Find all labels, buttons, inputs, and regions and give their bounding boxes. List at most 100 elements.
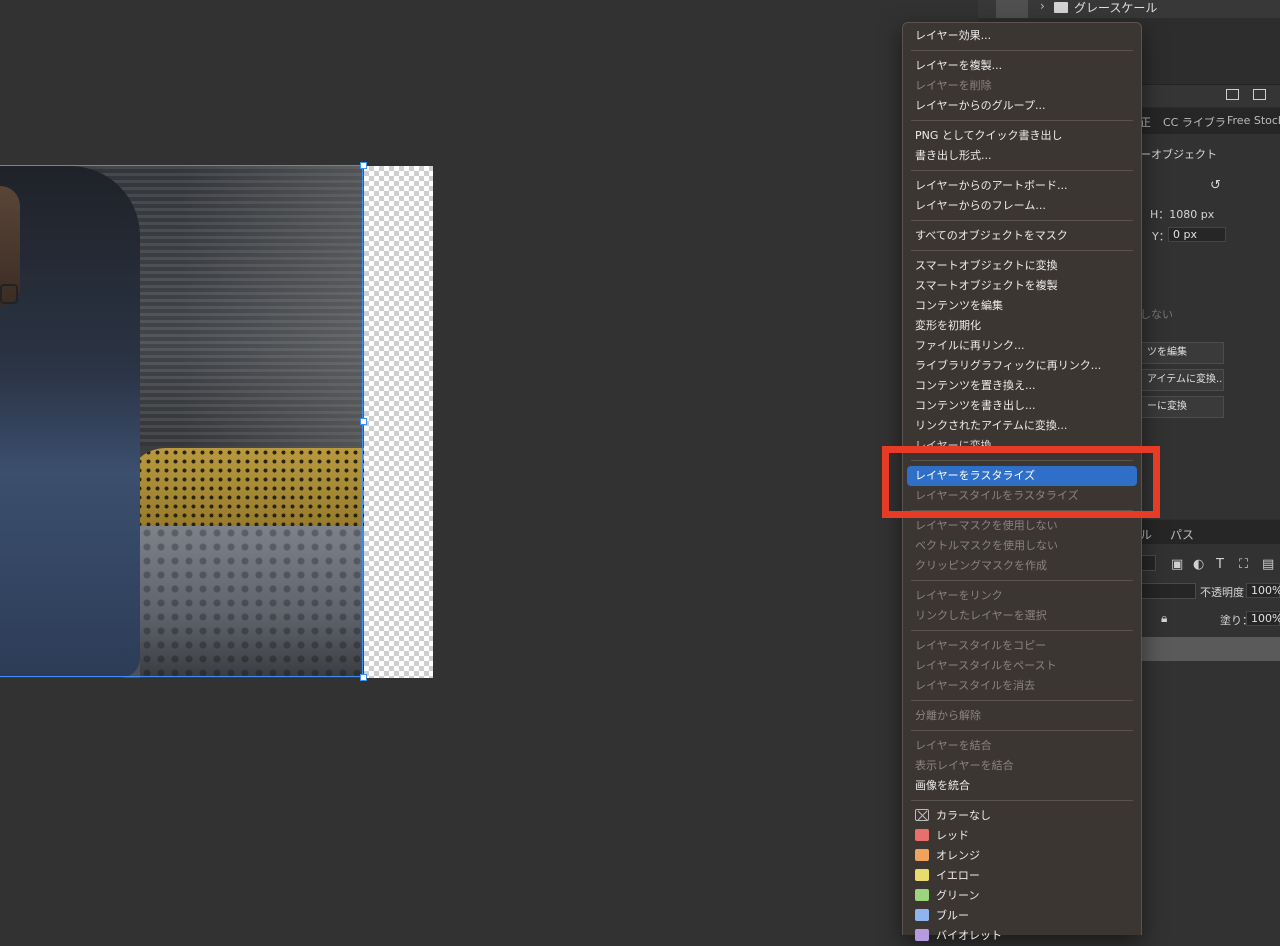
color-swatch-icon xyxy=(915,849,929,861)
menu-item[interactable]: レイヤーからのアートボード... xyxy=(907,176,1137,196)
folder-icon xyxy=(1054,2,1068,13)
menu-item-label: 画像を統合 xyxy=(915,779,970,792)
menu-separator xyxy=(903,576,1141,586)
tab-free-stock[interactable]: Free Stock xyxy=(1227,114,1280,127)
tab-paths[interactable]: パス xyxy=(1170,526,1194,543)
menu-item-label: 分離から解除 xyxy=(915,709,981,722)
type-filter-icon[interactable]: T xyxy=(1216,557,1224,572)
menu-item[interactable]: すべてのオブジェクトをマスク xyxy=(907,226,1137,246)
filter-kind-select[interactable] xyxy=(1140,555,1156,571)
menu-item[interactable]: レイヤーをラスタライズ xyxy=(907,466,1137,486)
smart-object-photo[interactable] xyxy=(0,166,364,678)
convert-linked-button[interactable]: アイテムに変換... xyxy=(1138,369,1224,391)
menu-item-label: レイヤーからのグループ... xyxy=(915,99,1046,112)
menu-item-label: PNG としてクイック書き出し xyxy=(915,129,1063,142)
lock-icon[interactable]: 🔒︎ xyxy=(1161,611,1167,626)
color-swatch-icon xyxy=(915,869,929,881)
menu-item[interactable]: カラーなし xyxy=(907,806,1137,826)
transform-handle-bottom-right[interactable] xyxy=(360,674,367,681)
menu-item: レイヤーをリンク xyxy=(907,586,1137,606)
menu-item[interactable]: レイヤーを複製... xyxy=(907,56,1137,76)
menu-item[interactable]: ブルー xyxy=(907,906,1137,926)
menu-item[interactable]: PNG としてクイック書き出し xyxy=(907,126,1137,146)
menu-item: レイヤースタイルをコピー xyxy=(907,636,1137,656)
color-swatch-icon xyxy=(915,889,929,901)
menu-item[interactable]: レイヤー効果... xyxy=(907,26,1137,46)
menu-item[interactable]: コンテンツを書き出し... xyxy=(907,396,1137,416)
menu-item-label: レイヤーを削除 xyxy=(915,79,992,92)
menu-item: レイヤーマスクを使用しない xyxy=(907,516,1137,536)
menu-item[interactable]: 書き出し形式... xyxy=(907,146,1137,166)
menu-item-label: レイヤースタイルをコピー xyxy=(915,639,1047,652)
menu-separator xyxy=(903,626,1141,636)
menu-item-label: コンテンツを書き出し... xyxy=(915,399,1036,412)
menu-item[interactable]: ファイルに再リンク... xyxy=(907,336,1137,356)
menu-item-label: レッド xyxy=(936,829,969,842)
menu-item-label: グリーン xyxy=(936,889,980,902)
smart-object-filter-icon[interactable]: ▤ xyxy=(1262,557,1274,572)
menu-item[interactable]: リンクされたアイテムに変換... xyxy=(907,416,1137,436)
adjustment-filter-icon[interactable]: ◐ xyxy=(1193,557,1204,572)
menu-item[interactable]: 画像を統合 xyxy=(907,776,1137,796)
menu-item-label: 変形を初期化 xyxy=(915,319,981,332)
selected-layer-row[interactable] xyxy=(1140,637,1280,661)
color-swatch-icon xyxy=(915,929,929,941)
menu-item-label: レイヤーに変換 xyxy=(915,439,992,452)
edit-contents-button[interactable]: ツを編集 xyxy=(1138,342,1224,364)
tab-cc-libraries[interactable]: CC ライブラ xyxy=(1163,114,1226,130)
menu-item-label: リンクされたアイテムに変換... xyxy=(915,419,1068,432)
menu-item-label: レイヤーからのフレーム... xyxy=(915,199,1046,212)
fill-field[interactable]: 100% xyxy=(1246,611,1280,626)
menu-separator xyxy=(903,116,1141,126)
menu-item[interactable]: グリーン xyxy=(907,886,1137,906)
blend-mode-select[interactable] xyxy=(1140,583,1196,599)
menu-item-label: レイヤーを結合 xyxy=(915,739,992,752)
new-group-icon[interactable] xyxy=(1226,89,1239,100)
person-figure xyxy=(0,166,140,678)
menu-item[interactable]: バイオレット xyxy=(907,926,1137,946)
menu-item[interactable]: イエロー xyxy=(907,866,1137,886)
menu-item-label: レイヤーを複製... xyxy=(915,59,1003,72)
menu-item-label: スマートオブジェクトを複製 xyxy=(915,279,1058,292)
window-light xyxy=(180,166,364,456)
menu-item[interactable]: スマートオブジェクトに変換 xyxy=(907,256,1137,276)
transform-handle-middle-right[interactable] xyxy=(360,418,367,425)
menu-item-label: レイヤーをラスタライズ xyxy=(915,469,1036,482)
menu-item: ベクトルマスクを使用しない xyxy=(907,536,1137,556)
convert-layers-button[interactable]: ーに変換 xyxy=(1138,396,1224,418)
menu-item: 分離から解除 xyxy=(907,706,1137,726)
image-filter-icon[interactable]: ▣ xyxy=(1171,557,1183,572)
menu-item[interactable]: レイヤーに変換 xyxy=(907,436,1137,456)
menu-separator xyxy=(903,246,1141,256)
no-color-swatch-icon xyxy=(915,809,929,821)
menu-item-label: カラーなし xyxy=(936,809,991,822)
document-canvas[interactable] xyxy=(0,0,900,935)
menu-item: レイヤーを結合 xyxy=(907,736,1137,756)
menu-item-label: オレンジ xyxy=(936,849,980,862)
menu-item[interactable]: レイヤーからのフレーム... xyxy=(907,196,1137,216)
menu-item: 表示レイヤーを結合 xyxy=(907,756,1137,776)
y-position-field[interactable]: 0 px xyxy=(1168,227,1226,242)
menu-item[interactable]: コンテンツを編集 xyxy=(907,296,1137,316)
menu-item[interactable]: コンテンツを置き換え... xyxy=(907,376,1137,396)
menu-item[interactable]: 変形を初期化 xyxy=(907,316,1137,336)
menu-separator xyxy=(903,166,1141,176)
new-layer-icon[interactable] xyxy=(1253,89,1266,100)
menu-separator xyxy=(903,696,1141,706)
menu-item[interactable]: スマートオブジェクトを複製 xyxy=(907,276,1137,296)
transform-handle-top-right[interactable] xyxy=(360,162,367,169)
menu-item[interactable]: オレンジ xyxy=(907,846,1137,866)
menu-separator xyxy=(903,46,1141,56)
menu-item[interactable]: レッド xyxy=(907,826,1137,846)
menu-item-label: レイヤー効果... xyxy=(915,29,992,42)
chevron-right-icon[interactable]: › xyxy=(1040,0,1045,13)
menu-item: レイヤースタイルをラスタライズ xyxy=(907,486,1137,506)
reset-icon[interactable]: ↺ xyxy=(1210,178,1221,193)
opacity-field[interactable]: 100% xyxy=(1246,583,1280,598)
layer-row-grayscale[interactable]: › グレースケール xyxy=(978,0,1280,18)
menu-item-label: レイヤーマスクを使用しない xyxy=(915,519,1058,532)
menu-item[interactable]: レイヤーからのグループ... xyxy=(907,96,1137,116)
menu-item[interactable]: ライブラリグラフィックに再リンク... xyxy=(907,356,1137,376)
shape-filter-icon[interactable]: ⛶ xyxy=(1239,557,1248,572)
menu-item-label: ファイルに再リンク... xyxy=(915,339,1025,352)
